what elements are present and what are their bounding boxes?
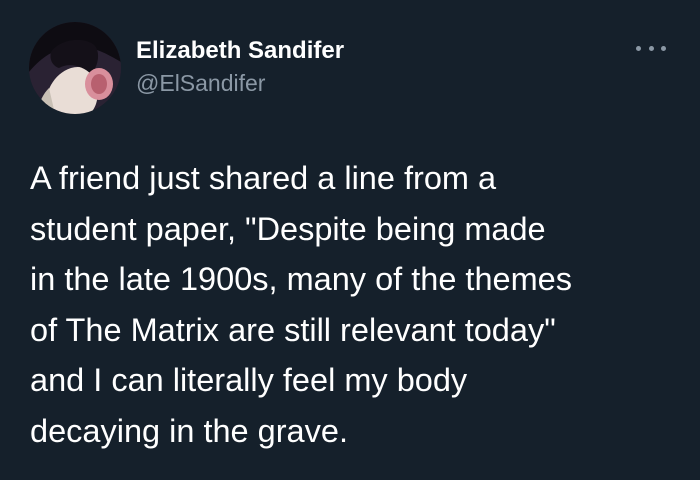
tweet-text-line: and I can literally feel my body <box>30 362 468 398</box>
more-horizontal-icon <box>636 45 641 51</box>
tweet-text-line: of The Matrix are still relevant today" <box>30 311 556 348</box>
display-name[interactable]: Elizabeth Sandifer <box>136 36 344 66</box>
more-horizontal-icon-dot-3 <box>661 45 666 51</box>
tweet-text-line: in the late 1900s, many of the themes <box>30 261 572 297</box>
avatar-image <box>29 22 121 114</box>
more-horizontal-icon-dot-2 <box>648 45 654 51</box>
user-handle[interactable]: @ElSandifer <box>136 68 344 98</box>
author-block: Elizabeth Sandifer @ElSandifer <box>136 36 344 98</box>
tweet-card: Elizabeth Sandifer @ElSandifer A friend … <box>0 0 700 480</box>
tweet-text-line: decaying in the grave. <box>30 412 348 449</box>
tweet-text: A friend just shared a line from a stude… <box>30 153 680 456</box>
avatar[interactable] <box>29 22 121 114</box>
tweet-text-line: student paper, "Despite being made <box>30 210 546 247</box>
more-options-button[interactable] <box>636 38 666 58</box>
tweet-text-line: A friend just shared a line from a <box>30 160 497 196</box>
